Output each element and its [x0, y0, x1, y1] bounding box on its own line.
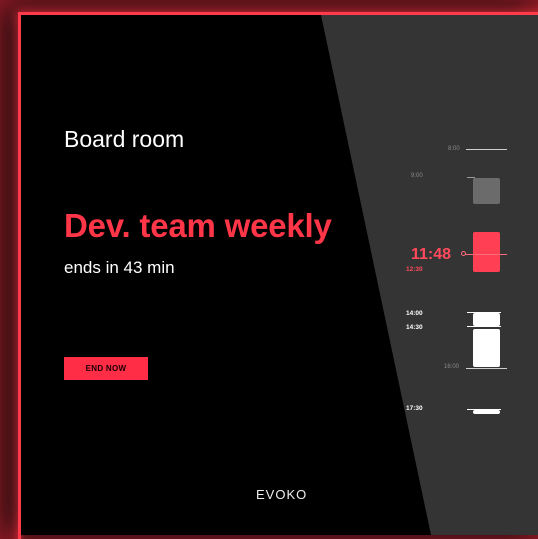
current-booking-block[interactable] — [473, 232, 500, 272]
current-time-marker — [461, 251, 466, 256]
current-meeting-end: 12:30 — [406, 266, 423, 273]
room-display-device: Board room Dev. team weekly ends in 43 m… — [0, 0, 538, 539]
hour-line-1600 — [466, 368, 507, 369]
hour-line-0800 — [466, 149, 507, 150]
time-label-0800: 8:00 — [448, 146, 460, 152]
time-label-1400: 14:00 — [406, 310, 423, 317]
meeting-remaining: ends in 43 min — [64, 258, 175, 277]
hour-line-1430 — [467, 326, 501, 327]
meeting-title: Dev. team weekly — [64, 207, 332, 244]
room-name: Board room — [64, 126, 185, 152]
past-booking-block[interactable] — [473, 178, 500, 204]
screen: Board room Dev. team weekly ends in 43 m… — [21, 15, 538, 535]
evoko-logo: EVOKO — [256, 487, 308, 502]
current-time: 11:48 — [411, 246, 452, 263]
time-label-1730: 17:30 — [406, 405, 423, 412]
end-now-button[interactable]: END NOW — [64, 357, 148, 380]
upcoming-booking-1730[interactable] — [473, 410, 500, 414]
upcoming-booking-1430[interactable] — [473, 329, 500, 367]
time-label-1430: 14:30 — [406, 324, 423, 331]
time-label-0900: 9:00 — [411, 173, 423, 179]
upcoming-booking-1400[interactable] — [473, 313, 500, 326]
current-time-line — [465, 254, 507, 255]
time-label-1600: 16:00 — [444, 364, 460, 370]
